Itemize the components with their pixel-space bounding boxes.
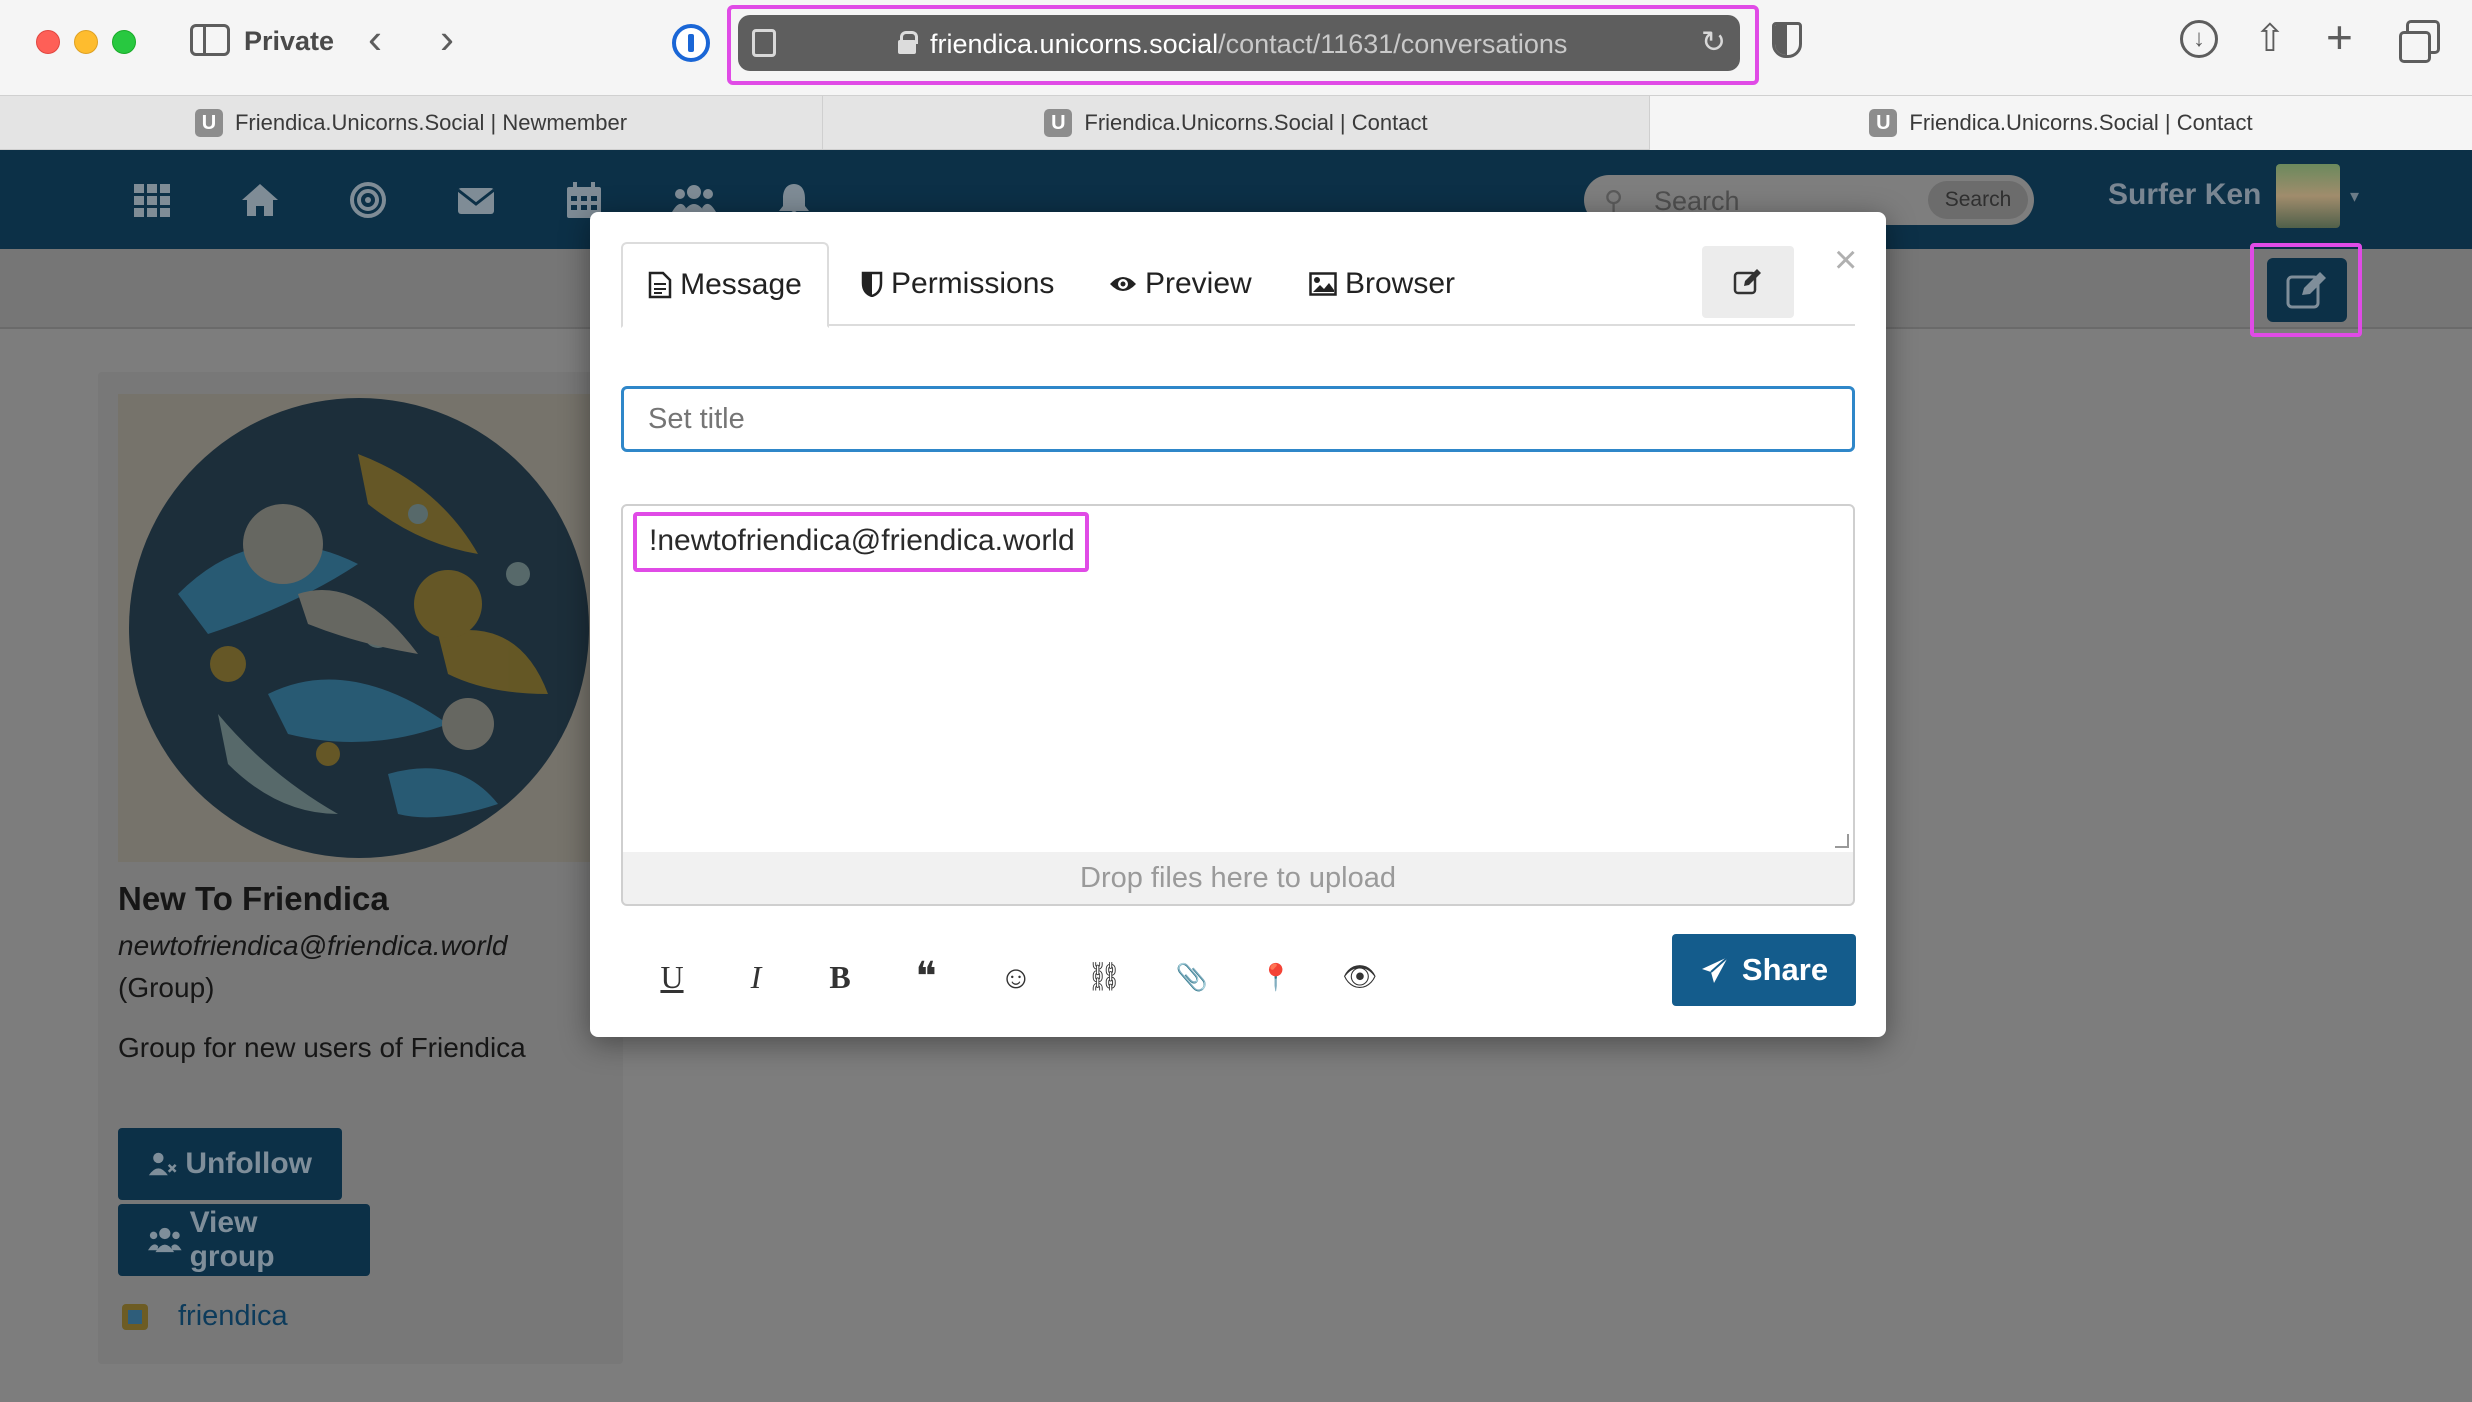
minimize-window-button[interactable] <box>74 30 98 54</box>
avatar[interactable] <box>2276 164 2340 228</box>
unfollow-button[interactable]: Unfollow <box>118 1128 342 1200</box>
mail-icon[interactable] <box>456 180 496 220</box>
emoji-button[interactable]: ☺ <box>994 952 1038 1002</box>
file-drop-zone[interactable]: Drop files here to upload <box>621 852 1855 906</box>
favicon-icon: U <box>194 109 223 137</box>
back-icon[interactable]: ‹ <box>368 18 382 60</box>
group-icon <box>148 1227 182 1253</box>
share-icon[interactable]: ⇧ <box>2254 20 2286 58</box>
tab-title: Friendica.Unicorns.Social | Contact <box>1084 110 1428 135</box>
address-bar[interactable]: friendica.unicorns.social/contact/11631/… <box>738 15 1740 71</box>
tab-browser[interactable]: Browser <box>1309 242 1455 326</box>
share-button[interactable]: Share <box>1672 934 1856 1006</box>
reload-icon[interactable]: ↻ <box>1701 25 1726 60</box>
browser-toolbar: Private ‹ › friendica.unicorns.social/co… <box>0 0 2472 95</box>
link-button[interactable]: ⛓ <box>1082 952 1126 1002</box>
sidebar-icon[interactable] <box>190 24 230 56</box>
tab-strip: U Friendica.Unicorns.Social | Newmember … <box>0 95 2472 150</box>
tab-permissions[interactable]: Permissions <box>861 242 1054 326</box>
friendica-icon <box>122 1303 148 1330</box>
profile-name: New To Friendica <box>118 880 389 917</box>
profile-type: (Group) <box>118 972 215 1003</box>
modal-tabs: Message Permissions Preview Browser <box>621 242 1855 328</box>
group-avatar-image <box>118 394 600 862</box>
image-icon <box>1309 272 1337 296</box>
url-text[interactable]: friendica.unicorns.social/contact/11631/… <box>930 29 1567 60</box>
new-tab-icon[interactable]: + <box>2326 14 2353 60</box>
share-label: Share <box>1741 952 1829 987</box>
forward-icon[interactable]: › <box>440 18 454 60</box>
favicon-icon: U <box>1869 109 1898 137</box>
url-path: /contact/11631/conversations <box>1218 29 1568 59</box>
unfollow-icon <box>148 1152 177 1176</box>
compose-button[interactable] <box>2267 258 2347 322</box>
favicon-icon: U <box>1044 109 1073 137</box>
profile-card: New To Friendica newtofriendica@friendic… <box>98 372 623 1364</box>
tab-browser-label: Browser <box>1345 267 1456 300</box>
browser-tab-active[interactable]: U Friendica.Unicorns.Social | Contact <box>1650 96 2472 150</box>
close-icon[interactable]: × <box>1834 240 1857 280</box>
unfollow-label: Unfollow <box>185 1147 312 1180</box>
title-input[interactable] <box>621 386 1855 452</box>
browser-tab[interactable]: U Friendica.Unicorns.Social | Newmember <box>0 96 823 150</box>
download-icon[interactable]: ↓ <box>2180 20 2218 58</box>
eye-icon <box>1110 277 1136 291</box>
lock-icon <box>898 31 918 54</box>
permissions-icon <box>861 271 883 297</box>
apps-icon[interactable] <box>132 180 172 220</box>
location-button[interactable]: 📍 <box>1254 952 1298 1002</box>
view-group-label: View group <box>189 1206 275 1273</box>
search-button[interactable]: Search <box>1928 181 2028 219</box>
tab-message[interactable]: Message <box>621 242 829 328</box>
edit-icon <box>1733 269 1761 295</box>
tab-preview-label: Preview <box>1145 267 1252 300</box>
close-window-button[interactable] <box>36 30 60 54</box>
url-host: friendica.unicorns.social <box>930 29 1219 59</box>
quote-button[interactable]: ❝ <box>904 952 948 1002</box>
tab-permissions-label: Permissions <box>891 267 1055 300</box>
tab-overview-icon[interactable] <box>2399 20 2440 63</box>
home-icon[interactable] <box>240 180 280 220</box>
chevron-down-icon[interactable]: ▾ <box>2350 186 2359 207</box>
profile-handle: newtofriendica@friendica.world <box>118 930 508 961</box>
compose-icon <box>2286 272 2326 309</box>
document-icon <box>648 271 672 299</box>
tab-title: Friendica.Unicorns.Social | Newmember <box>234 110 628 135</box>
tab-message-label: Message <box>680 268 802 301</box>
view-group-button[interactable]: View group <box>118 1204 370 1276</box>
message-body-textarea[interactable]: !newtofriendica@friendica.world <box>621 504 1855 854</box>
edit-mode-button[interactable] <box>1702 246 1794 318</box>
profile-description: Group for new users of Friendica <box>118 1032 526 1063</box>
network-row: friendica <box>122 1300 288 1333</box>
password-manager-icon[interactable] <box>672 24 710 62</box>
browser-tab[interactable]: U Friendica.Unicorns.Social | Contact <box>823 96 1650 150</box>
send-icon <box>1701 956 1729 983</box>
body-text: !newtofriendica@friendica.world <box>649 524 1075 557</box>
zoom-window-button[interactable] <box>112 30 136 54</box>
user-name[interactable]: Surfer Ken <box>2108 178 2261 212</box>
window-controls <box>36 30 136 54</box>
network-icon[interactable] <box>348 180 388 220</box>
preview-button[interactable]: 👁 <box>1338 952 1382 1002</box>
tab-preview[interactable]: Preview <box>1109 242 1252 326</box>
compose-modal: Message Permissions Preview Browser × !n… <box>590 212 1886 1037</box>
page-menu-icon[interactable] <box>752 29 776 57</box>
shield-icon[interactable] <box>1772 22 1802 58</box>
tab-title: Friendica.Unicorns.Social | Contact <box>1909 110 2253 135</box>
underline-button[interactable]: U <box>650 952 694 1002</box>
italic-button[interactable]: I <box>734 952 778 1002</box>
attach-button[interactable]: 📎 <box>1170 952 1214 1002</box>
resize-handle[interactable] <box>1835 834 1849 848</box>
bold-button[interactable]: B <box>818 952 862 1002</box>
network-link[interactable]: friendica <box>178 1300 288 1333</box>
private-label: Private <box>244 26 335 56</box>
